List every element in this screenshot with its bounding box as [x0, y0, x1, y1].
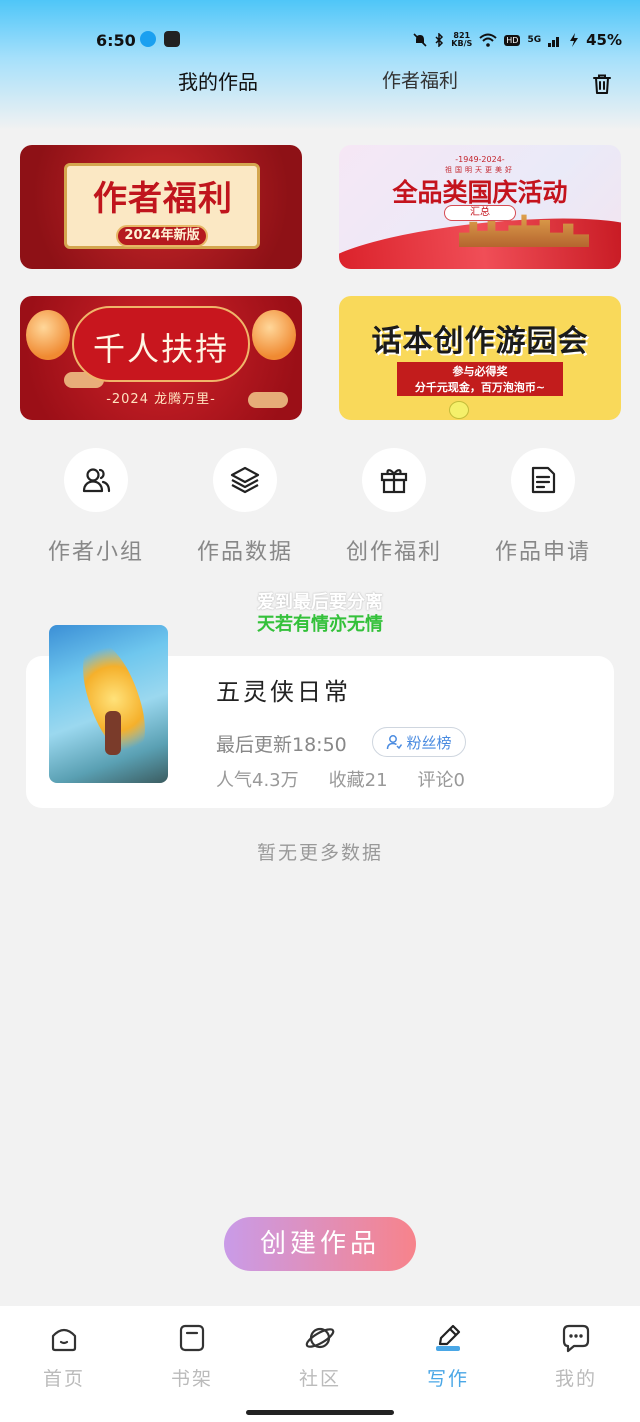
- banner-title: 作者福利: [93, 179, 233, 219]
- user-icon: [387, 735, 403, 750]
- charging-icon: [570, 33, 579, 47]
- stat-favorites: 收藏21: [328, 770, 388, 791]
- lantern-icon: [252, 310, 296, 360]
- wifi-icon: [479, 33, 497, 47]
- banner-line-2: 分千元现金，百万泡泡币~: [414, 381, 546, 394]
- work-stats: 人气4.3万 收藏21 评论0: [216, 766, 465, 792]
- nav-bookshelf[interactable]: 书架: [152, 1322, 232, 1391]
- lantern-icon: [26, 310, 70, 360]
- work-title: 五灵侠日常: [216, 678, 351, 706]
- no-more-data-text: 暂无更多数据: [256, 842, 383, 864]
- action-label: 作品申请: [494, 540, 591, 565]
- action-icon-circle: [64, 448, 128, 512]
- signal-bars-icon: [548, 37, 560, 47]
- status-app-icons: [140, 31, 180, 47]
- work-updated-time: 最后更新18:50: [216, 734, 347, 756]
- nav-label: 书架: [170, 1368, 213, 1390]
- write-icon: [436, 1324, 461, 1351]
- fans-ranking-button[interactable]: 粉丝榜: [372, 727, 466, 757]
- home-indicator[interactable]: [246, 1410, 394, 1415]
- stat-popularity: 人气4.3万: [216, 770, 299, 791]
- action-icon-circle: [213, 448, 277, 512]
- nav-label: 社区: [298, 1368, 341, 1390]
- banner-title: 千人扶持: [92, 330, 229, 368]
- action-work-data[interactable]: 作品数据: [190, 448, 300, 566]
- app-notification-icon: [164, 31, 180, 47]
- banner-title: 话本创作游园会: [371, 324, 589, 359]
- action-label: 作品数据: [196, 540, 293, 565]
- users-icon: [82, 468, 111, 493]
- banner-line-1: 参与必得奖: [452, 365, 508, 378]
- nav-mine[interactable]: 我的: [536, 1322, 616, 1391]
- nav-home[interactable]: 首页: [24, 1322, 104, 1391]
- mute-icon: [413, 33, 427, 47]
- banner-creative-fair[interactable]: 话本创作游园会 参与必得奖 分千元现金，百万泡泡币~: [339, 296, 621, 420]
- nav-write[interactable]: 写作: [408, 1322, 488, 1391]
- banner-support[interactable]: 千人扶持 -2024 龙腾万里-: [20, 296, 302, 420]
- home-icon: [51, 1328, 77, 1352]
- fans-ranking-label: 粉丝榜: [406, 733, 452, 752]
- tab-author-welfare[interactable]: 作者福利: [382, 66, 458, 93]
- bookshelf-icon: [179, 1324, 205, 1352]
- banner-badge: 2024年新版: [116, 225, 208, 247]
- gift-icon: [380, 469, 408, 494]
- mascot-icon: [449, 401, 469, 419]
- action-icon-circle: [362, 448, 426, 512]
- action-label: 作者小组: [47, 540, 144, 565]
- banner-tag: 汇总: [444, 205, 516, 221]
- status-bar: 6:50 821 KB/S HD 5G 45%: [0, 0, 640, 80]
- banner-year: -1949-2024-: [455, 155, 505, 164]
- hd-badge: HD: [504, 34, 521, 46]
- action-icon-circle: [511, 448, 575, 512]
- net-speed: 821 KB/S: [451, 31, 473, 48]
- banner-subtitle: -2024 龙腾万里-: [106, 392, 216, 407]
- banner-author-welfare[interactable]: 作者福利 2024年新版: [20, 145, 302, 269]
- banner-title: 全品类国庆活动: [392, 178, 568, 207]
- trash-icon[interactable]: [590, 72, 614, 96]
- nav-label: 首页: [42, 1368, 85, 1390]
- action-label: 创作福利: [345, 540, 442, 565]
- status-right: 821 KB/S HD 5G 45%: [413, 31, 622, 49]
- status-time: 6:50: [96, 31, 136, 50]
- nav-community[interactable]: 社区: [280, 1322, 360, 1391]
- planet-icon: [305, 1327, 335, 1349]
- signal-label: 5G: [527, 35, 542, 45]
- qq-icon: [140, 31, 156, 47]
- bluetooth-icon: [435, 33, 444, 47]
- chat-bubble-icon: [562, 1324, 590, 1353]
- action-creation-welfare[interactable]: 创作福利: [339, 448, 449, 566]
- tab-my-works[interactable]: 我的作品: [178, 66, 258, 95]
- create-work-button[interactable]: 创建作品: [224, 1217, 416, 1271]
- document-icon: [531, 466, 556, 494]
- layers-icon: [230, 466, 260, 494]
- battery-level: 45%: [586, 31, 622, 49]
- nav-label: 写作: [426, 1368, 469, 1390]
- work-cover-image[interactable]: [49, 625, 168, 783]
- stat-comments: 评论0: [417, 770, 465, 791]
- action-author-group[interactable]: 作者小组: [41, 448, 151, 566]
- cover-figure: [105, 711, 121, 755]
- nav-label: 我的: [554, 1368, 597, 1390]
- banner-national-day[interactable]: -1949-2024- 祖国明天更美好 全品类国庆活动 汇总: [339, 145, 621, 269]
- action-work-application[interactable]: 作品申请: [488, 448, 598, 566]
- cloud-icon: [248, 392, 288, 408]
